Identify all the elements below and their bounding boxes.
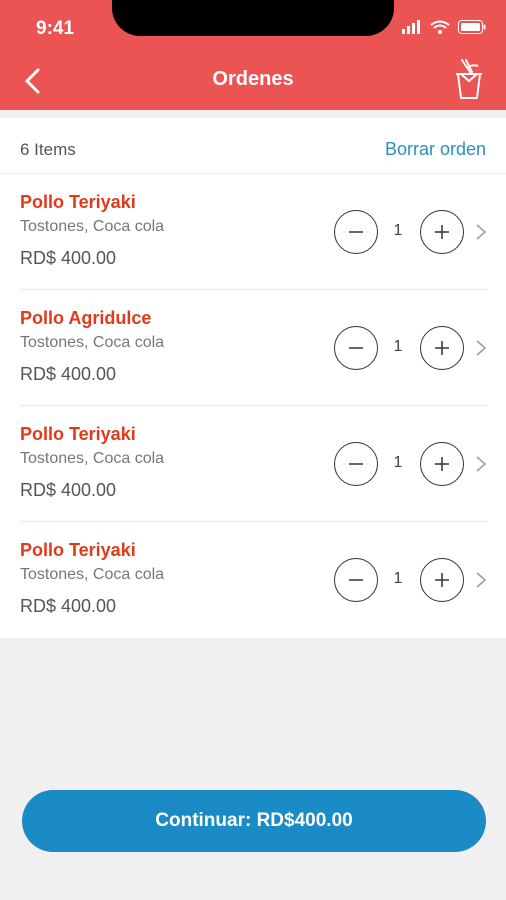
- chevron-right-icon[interactable]: [474, 338, 488, 358]
- continue-button[interactable]: Continuar: RD$400.00: [22, 790, 486, 852]
- increase-quantity-button[interactable]: [420, 558, 464, 602]
- plus-icon: [435, 457, 449, 471]
- plus-icon: [435, 341, 449, 355]
- order-item[interactable]: Pollo Agridulce Tostones, Coca cola RD$ …: [0, 290, 506, 406]
- increase-quantity-button[interactable]: [420, 210, 464, 254]
- decrease-quantity-button[interactable]: [334, 326, 378, 370]
- takeout-box-icon: [456, 59, 482, 99]
- plus-icon: [435, 573, 449, 587]
- clear-order-link[interactable]: Borrar orden: [385, 139, 486, 160]
- increase-quantity-button[interactable]: [420, 442, 464, 486]
- decrease-quantity-button[interactable]: [334, 442, 378, 486]
- status-icons: [402, 20, 486, 34]
- minus-icon: [349, 463, 363, 465]
- order-item[interactable]: Pollo Teriyaki Tostones, Coca cola RD$ 4…: [0, 406, 506, 522]
- item-name: Pollo Teriyaki: [20, 192, 136, 212]
- minus-icon: [349, 347, 363, 349]
- wifi-icon: [430, 20, 450, 34]
- chevron-right-icon[interactable]: [474, 454, 488, 474]
- order-item[interactable]: Pollo Teriyaki Tostones, Coca cola RD$ 4…: [0, 522, 506, 638]
- item-price: RD$ 400.00: [20, 364, 117, 384]
- item-description: Tostones, Coca cola: [20, 566, 165, 583]
- decrease-quantity-button[interactable]: [334, 558, 378, 602]
- items-count: 6 Items: [20, 140, 76, 159]
- chevron-right-icon[interactable]: [474, 222, 488, 242]
- app-header: 9:41 Ordenes: [0, 0, 506, 110]
- item-quantity: 1: [393, 338, 403, 355]
- cart-button[interactable]: [450, 58, 488, 100]
- item-description: Tostones, Coca cola: [20, 218, 165, 235]
- item-quantity: 1: [393, 570, 403, 587]
- page-title: Ordenes: [212, 68, 294, 90]
- item-name: Pollo Teriyaki: [20, 424, 136, 444]
- signal-icon: [402, 20, 420, 34]
- item-price: RD$ 400.00: [20, 248, 117, 268]
- minus-icon: [349, 579, 363, 581]
- plus-icon: [435, 225, 449, 239]
- item-quantity: 1: [393, 454, 403, 471]
- item-price: RD$ 400.00: [20, 596, 117, 616]
- chevron-right-icon[interactable]: [474, 570, 488, 590]
- status-time: 9:41: [36, 18, 75, 39]
- order-list: 6 Items Borrar orden Pollo Teriyaki Tost…: [0, 118, 506, 638]
- item-quantity: 1: [393, 222, 403, 239]
- item-description: Tostones, Coca cola: [20, 334, 165, 351]
- item-name: Pollo Teriyaki: [20, 540, 136, 560]
- order-summary: 6 Items Borrar orden: [0, 118, 506, 174]
- item-name: Pollo Agridulce: [20, 308, 152, 328]
- item-description: Tostones, Coca cola: [20, 450, 165, 467]
- order-item[interactable]: Pollo Teriyaki Tostones, Coca cola RD$ 4…: [0, 174, 506, 290]
- battery-icon: [458, 20, 486, 34]
- decrease-quantity-button[interactable]: [334, 210, 378, 254]
- item-price: RD$ 400.00: [20, 480, 117, 500]
- device-notch: [112, 0, 394, 36]
- increase-quantity-button[interactable]: [420, 326, 464, 370]
- minus-icon: [349, 231, 363, 233]
